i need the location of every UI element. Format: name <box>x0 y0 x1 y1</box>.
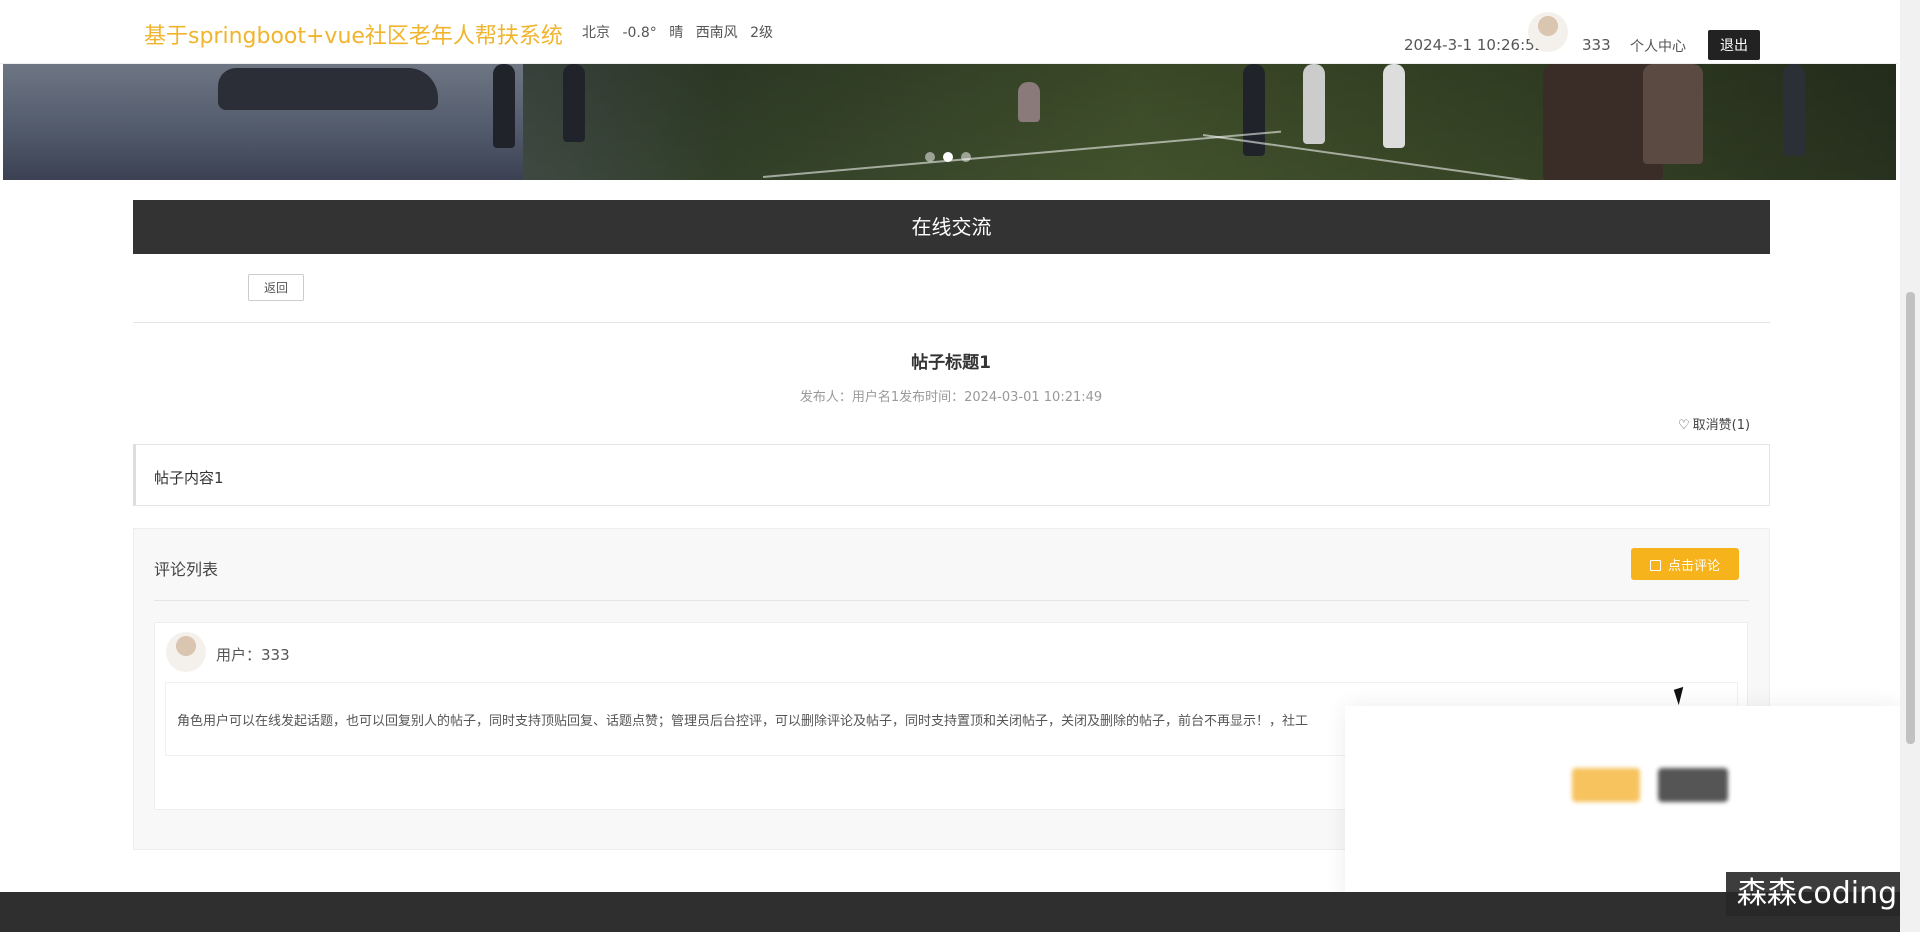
carousel-dot[interactable] <box>925 152 935 162</box>
dialog-confirm-button[interactable] <box>1572 768 1640 802</box>
banner-image-person <box>1783 64 1805 156</box>
comment-text: 角色用户可以在线发起话题，也可以回复别人的帖子，同时支持顶贴回复、话题点赞；管理… <box>177 714 1309 729</box>
add-comment-button[interactable]: 点击评论 <box>1631 548 1739 580</box>
carousel-dot-active[interactable] <box>943 152 953 162</box>
banner-image-person <box>1383 64 1405 148</box>
banner-image-car <box>218 68 438 110</box>
post-meta: 发布人：用户名1发布时间：2024-03-01 10:21:49 <box>799 390 1103 405</box>
weather-wind-level: 2级 <box>750 25 774 41</box>
carousel-indicators <box>925 152 971 162</box>
edit-icon <box>1649 559 1661 571</box>
avatar <box>166 632 206 672</box>
banner-image-person <box>1643 64 1703 164</box>
banner-image-person <box>493 64 515 148</box>
weather-city: 北京 <box>582 25 610 41</box>
comments-title: 评论列表 <box>154 560 219 579</box>
top-header: 基于springboot+vue社区老年人帮扶系统 北京 -0.8° 晴 西南风… <box>0 0 1898 64</box>
divider <box>154 600 1749 601</box>
unlike-label: 取消赞(1) <box>1692 418 1751 433</box>
weather-wind: 西南风 <box>695 25 738 41</box>
user-avatar[interactable] <box>1528 12 1568 52</box>
dialog-cancel-button[interactable] <box>1658 768 1728 802</box>
banner-image-person <box>1018 82 1040 122</box>
banner-image-person <box>1303 64 1325 144</box>
weather-temp: -0.8° <box>622 25 657 41</box>
post-content: 帖子内容1 <box>154 469 224 487</box>
add-comment-label: 点击评论 <box>1667 558 1720 574</box>
user-center-link[interactable]: 个人中心 <box>1630 36 1686 56</box>
logout-button[interactable]: 退出 <box>1708 30 1760 60</box>
unlike-button[interactable]: ♡ 取消赞(1) <box>1678 414 1750 433</box>
carousel-dot[interactable] <box>961 152 971 162</box>
weather-info: 北京 -0.8° 晴 西南风 2级 <box>582 22 781 42</box>
post-title: 帖子标题1 <box>911 353 991 373</box>
weather-condition: 晴 <box>669 25 684 41</box>
watermark: 森森coding <box>1726 872 1908 916</box>
scrollbar-thumb[interactable] <box>1906 292 1915 744</box>
section-title: 在线交流 <box>133 200 1770 254</box>
current-datetime: 2024-3-1 10:26:52 <box>1404 36 1545 54</box>
banner-carousel[interactable] <box>3 64 1896 180</box>
back-button[interactable]: 返回 <box>248 274 304 301</box>
post-content-box <box>133 444 1770 506</box>
heart-icon: ♡ <box>1678 418 1690 433</box>
comment-user: 用户：333 <box>216 646 290 664</box>
banner-image-line <box>762 130 1282 178</box>
site-title[interactable]: 基于springboot+vue社区老年人帮扶系统 <box>144 18 563 50</box>
footer <box>0 892 1900 932</box>
banner-image-person <box>563 64 585 142</box>
divider <box>133 322 1770 323</box>
header-username: 333 <box>1582 36 1611 54</box>
